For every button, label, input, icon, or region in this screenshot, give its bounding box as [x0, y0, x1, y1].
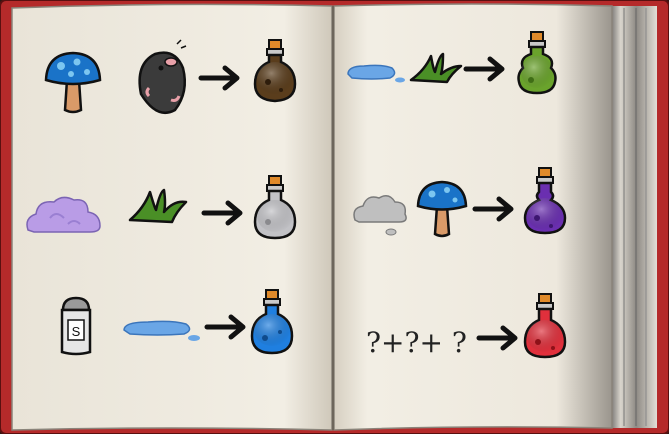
salt-label: S: [72, 324, 81, 339]
question-text: ?+?+ ?: [366, 326, 467, 359]
page-edges: [605, 6, 657, 428]
salt-shaker-icon: S: [60, 296, 92, 356]
recipe-book: S ?+?+ ?: [0, 0, 669, 434]
